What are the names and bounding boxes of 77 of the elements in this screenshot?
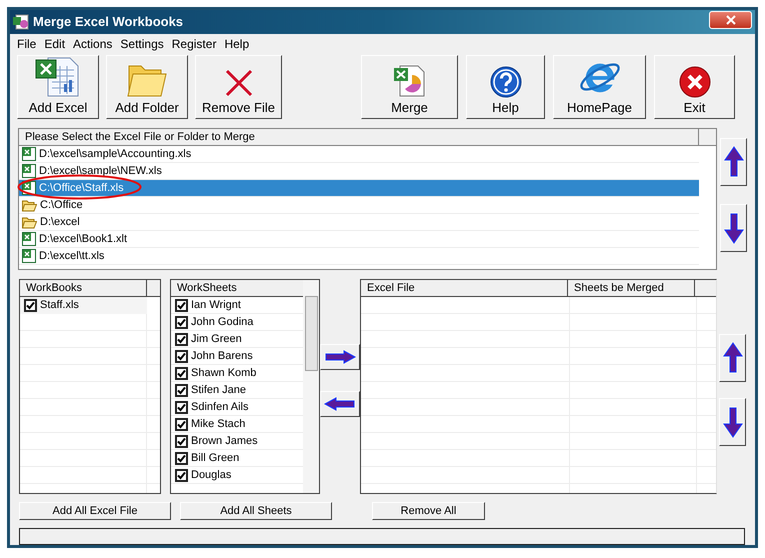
worksheet-name: Shawn Komb (191, 366, 256, 381)
toolbar-button[interactable]: Add Excel (17, 55, 99, 119)
checkbox[interactable] (175, 400, 188, 414)
worksheet-name: John Barens (191, 348, 253, 364)
toolbar-button[interactable]: Add Folder (106, 55, 188, 119)
menu-item[interactable]: Edit (40, 34, 70, 52)
move-down-button[interactable] (719, 398, 746, 446)
file-row[interactable]: C:\Office\Staff.xls (19, 180, 699, 197)
worksheet-name: John Godina (191, 314, 254, 330)
worksheet-name: Bill Green (191, 450, 240, 466)
arrow-up-icon (722, 342, 742, 374)
column-header: WorkBooks (20, 280, 147, 296)
move-down-button[interactable] (720, 204, 747, 252)
menu-item[interactable]: Help (220, 34, 254, 52)
column-header: Sheets be Merged (568, 280, 695, 296)
worksheet-name: Douglas (191, 468, 232, 483)
arrow-down-icon (724, 212, 744, 244)
checkbox[interactable] (175, 468, 188, 482)
checkbox[interactable] (175, 350, 188, 362)
file-row[interactable]: D:\excel\Book1.xlt (19, 231, 699, 248)
checkbox[interactable] (175, 316, 188, 328)
action-button[interactable]: Add All Excel File (19, 502, 171, 520)
menu-item[interactable]: Actions (69, 34, 116, 52)
action-button[interactable]: Add All Sheets (180, 502, 332, 520)
move-up-button[interactable] (719, 334, 746, 382)
toolbar-button[interactable]: Remove File (195, 55, 282, 119)
spreadsheet-icon (22, 232, 36, 246)
remove-icon (224, 68, 254, 98)
menu-item[interactable]: Register (168, 34, 220, 52)
help-icon (490, 66, 522, 98)
checkbox[interactable] (175, 434, 188, 448)
file-row[interactable]: D:\excel\tt.xls (19, 248, 699, 265)
column-header: Please Select the Excel File or Folder to Merge (19, 129, 699, 145)
file-row[interactable]: C:\Office (19, 197, 699, 214)
worksheet-name: Ian Wrignt (191, 298, 241, 313)
checkbox[interactable] (175, 452, 188, 464)
checkbox[interactable] (175, 332, 188, 346)
arrow-up-icon (724, 146, 744, 178)
folder-icon (22, 198, 37, 212)
arrow-left-icon (324, 397, 356, 411)
worksheet-name: Jim Green (191, 332, 242, 347)
workbook-name: Staff.xls (40, 298, 79, 314)
folder-icon (22, 216, 37, 228)
menu-item[interactable]: File (13, 34, 40, 52)
toolbar-button[interactable]: HomePage (553, 55, 646, 119)
close-icon (678, 66, 710, 98)
column-header: Excel File (361, 280, 568, 296)
toolbar-button[interactable]: Merge (361, 55, 458, 119)
file-row[interactable]: D:\excel\sample\Accounting.xls (19, 146, 699, 163)
remove-sheet-button[interactable] (320, 391, 360, 417)
arrow-right-icon (324, 350, 356, 364)
arrow-down-icon (722, 406, 742, 438)
close-icon (726, 15, 736, 25)
add-sheet-button[interactable] (320, 344, 360, 370)
checkbox[interactable] (175, 366, 188, 380)
spreadsheet-icon (22, 164, 36, 178)
spreadsheet-icon (22, 249, 36, 263)
move-up-button[interactable] (720, 138, 747, 186)
window-title: Merge Excel Workbooks (33, 13, 184, 32)
toolbar-button[interactable]: Help (466, 55, 545, 119)
spreadsheet-icon (22, 147, 36, 161)
worksheet-name: Stifen Jane (191, 382, 246, 398)
column-header: WorkSheets (176, 281, 238, 296)
menu-item[interactable]: Settings (116, 34, 168, 52)
app-icon (13, 14, 29, 30)
checkbox[interactable] (175, 298, 188, 312)
scrollbar[interactable] (303, 280, 319, 493)
checkbox[interactable] (175, 418, 188, 430)
file-row[interactable]: D:\excel (19, 214, 699, 231)
toolbar-button[interactable]: Exit (654, 55, 735, 119)
checkbox[interactable] (175, 384, 188, 396)
checkbox[interactable] (24, 299, 37, 312)
worksheet-name: Brown James (191, 434, 258, 449)
close-button[interactable] (709, 11, 752, 29)
worksheet-name: Mike Stach (191, 416, 246, 432)
worksheet-name: Sdinfen Ails (191, 400, 248, 415)
action-button[interactable]: Remove All (372, 502, 485, 520)
